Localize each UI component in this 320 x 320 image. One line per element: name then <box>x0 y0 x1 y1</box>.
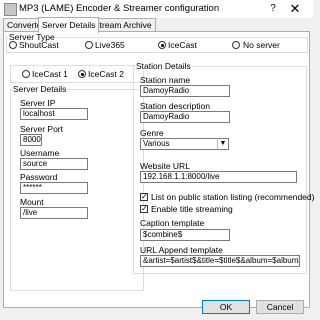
password-label: Password <box>20 172 58 182</box>
server-port-label: Server Port <box>20 124 63 134</box>
chevron-down-icon: ▼ <box>217 139 228 149</box>
username-input[interactable]: source <box>20 158 88 170</box>
radio-icecast1[interactable] <box>22 70 30 78</box>
caption-template-label: Caption template <box>140 218 205 228</box>
app-icon <box>4 3 17 16</box>
mount-input[interactable]: /live <box>20 207 88 219</box>
radio-shoutcast[interactable] <box>9 41 17 49</box>
radio-icecast1-label: IceCast 1 <box>32 69 68 79</box>
genre-label: Genre <box>140 128 164 138</box>
password-input[interactable]: ****** <box>20 182 88 194</box>
list-public-checkbox[interactable]: ✓ <box>140 193 148 201</box>
radio-live365[interactable] <box>85 41 93 49</box>
title-bar: MP3 (LAME) Encoder & Streamer configurat… <box>0 0 313 18</box>
server-ip-label: Server IP <box>20 98 56 108</box>
cancel-button[interactable]: Cancel <box>256 300 304 314</box>
url-append-label: URL Append template <box>140 245 223 255</box>
server-ip-input[interactable]: localhost <box>20 108 88 120</box>
radio-icecast[interactable] <box>158 41 166 49</box>
mount-label: Mount <box>20 197 44 207</box>
server-details-label: Server Details <box>12 84 68 94</box>
station-name-label: Station name <box>140 75 191 85</box>
station-name-input[interactable]: DamoyRadio <box>140 85 230 97</box>
close-icon[interactable]: ✕ <box>285 1 305 17</box>
website-url-label: Website URL <box>140 161 190 171</box>
tab-stream-archive[interactable]: Stream Archive <box>90 18 156 32</box>
window-title: MP3 (LAME) Encoder & Streamer configurat… <box>19 3 220 14</box>
radio-icecast-label: IceCast <box>168 40 197 50</box>
website-url-input[interactable]: 192.168.1.1:8000/live <box>140 171 297 183</box>
radio-icecast2-label: IceCast 2 <box>88 69 124 79</box>
station-description-input[interactable]: DamoyRadio <box>140 111 230 123</box>
radio-no-server-label: No server <box>243 40 280 50</box>
url-append-input[interactable]: &artist=$artist$&title=$title$&album=$al… <box>140 255 300 267</box>
radio-shoutcast-label: ShoutCast <box>19 40 59 50</box>
help-button[interactable]: ? <box>264 2 282 16</box>
genre-value: Various <box>143 139 170 148</box>
radio-live365-label: Live365 <box>95 40 125 50</box>
title-streaming-checkbox[interactable]: ✓ <box>140 205 148 213</box>
radio-no-server[interactable] <box>232 41 240 49</box>
radio-icecast2[interactable] <box>78 70 86 78</box>
station-description-label: Station description <box>140 101 210 111</box>
genre-select[interactable]: Various ▼ <box>140 138 229 150</box>
username-label: Username <box>20 148 60 158</box>
ok-button[interactable]: OK <box>202 300 250 314</box>
caption-template-input[interactable]: $combine$ <box>140 229 230 241</box>
server-port-input[interactable]: 8000 <box>20 134 42 146</box>
station-details-label: Station Details <box>135 61 192 71</box>
tab-server-details[interactable]: Server Details <box>38 17 100 33</box>
title-streaming-label: Enable title streaming <box>151 204 233 214</box>
list-public-label: List on public station listing (recommen… <box>151 192 315 202</box>
